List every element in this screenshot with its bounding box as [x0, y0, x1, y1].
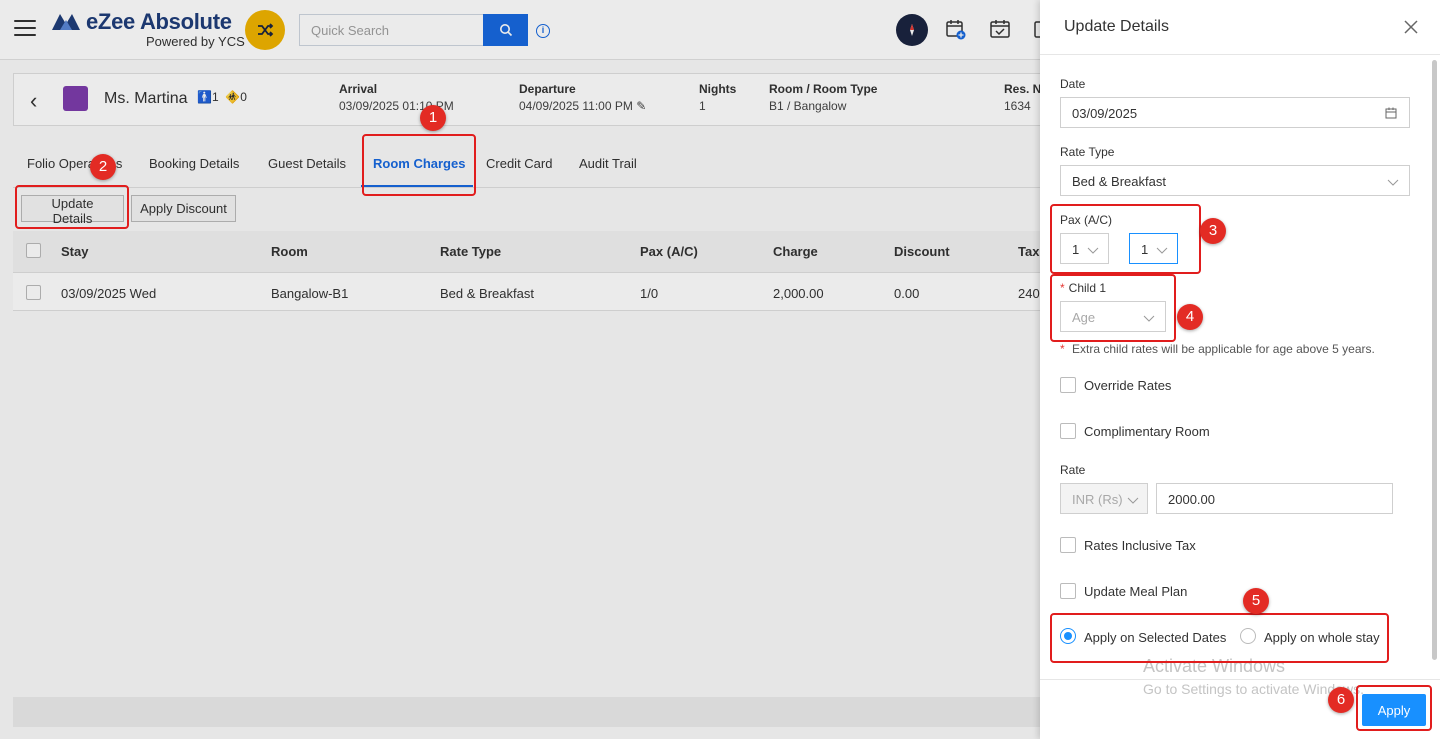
date-label: Date: [1060, 77, 1086, 91]
rate-type-select[interactable]: Bed & Breakfast: [1060, 165, 1410, 196]
override-rates-checkbox[interactable]: [1060, 377, 1076, 393]
override-rates-label: Override Rates: [1084, 378, 1172, 393]
annotation-box-5: [1050, 613, 1389, 663]
rates-inclusive-tax-label: Rates Inclusive Tax: [1084, 538, 1196, 553]
complimentary-room-checkbox[interactable]: [1060, 423, 1076, 439]
annotation-marker-4: 4: [1177, 304, 1203, 330]
rate-input[interactable]: 2000.00: [1156, 483, 1393, 514]
annotation-box-4: [1050, 274, 1176, 342]
annotation-marker-6: 6: [1328, 687, 1354, 713]
currency-value: INR (Rs): [1072, 492, 1123, 507]
currency-select: INR (Rs): [1060, 483, 1148, 514]
required-marker: *: [1060, 342, 1065, 356]
close-icon[interactable]: [1402, 18, 1420, 36]
panel-scrollbar[interactable]: [1432, 60, 1437, 660]
annotation-box-3: [1050, 204, 1201, 274]
annotation-marker-5: 5: [1243, 588, 1269, 614]
annotation-marker-2: 2: [90, 154, 116, 180]
annotation-box-2: [15, 185, 129, 229]
date-field[interactable]: 03/09/2025: [1060, 97, 1410, 128]
child-note-row: * Extra child rates will be applicable f…: [1060, 342, 1375, 356]
annotation-box-1: [362, 134, 476, 196]
date-value: 03/09/2025: [1072, 106, 1138, 121]
child-note: Extra child rates will be applicable for…: [1072, 342, 1375, 356]
annotation-marker-1: 1: [420, 105, 446, 131]
complimentary-room-label: Complimentary Room: [1084, 424, 1210, 439]
annotation-marker-3: 3: [1200, 218, 1226, 244]
rate-type-label: Rate Type: [1060, 145, 1115, 159]
chevron-down-icon: [1127, 497, 1139, 504]
panel-footer-divider: [1040, 679, 1440, 680]
rate-type-value: Bed & Breakfast: [1072, 174, 1166, 189]
rates-inclusive-tax-checkbox[interactable]: [1060, 537, 1076, 553]
annotation-box-6: [1356, 685, 1432, 731]
panel-title: Update Details: [1064, 18, 1169, 35]
update-meal-plan-checkbox[interactable]: [1060, 583, 1076, 599]
panel-header: Update Details: [1040, 0, 1440, 55]
update-meal-plan-label: Update Meal Plan: [1084, 584, 1188, 599]
chevron-down-icon: [1387, 179, 1399, 186]
calendar-icon: [1385, 107, 1397, 119]
rate-label: Rate: [1060, 463, 1086, 477]
update-details-panel: Update Details Date 03/09/2025 Rate Type…: [1040, 0, 1440, 739]
modal-backdrop[interactable]: [0, 0, 1040, 739]
rate-value: 2000.00: [1168, 492, 1215, 507]
